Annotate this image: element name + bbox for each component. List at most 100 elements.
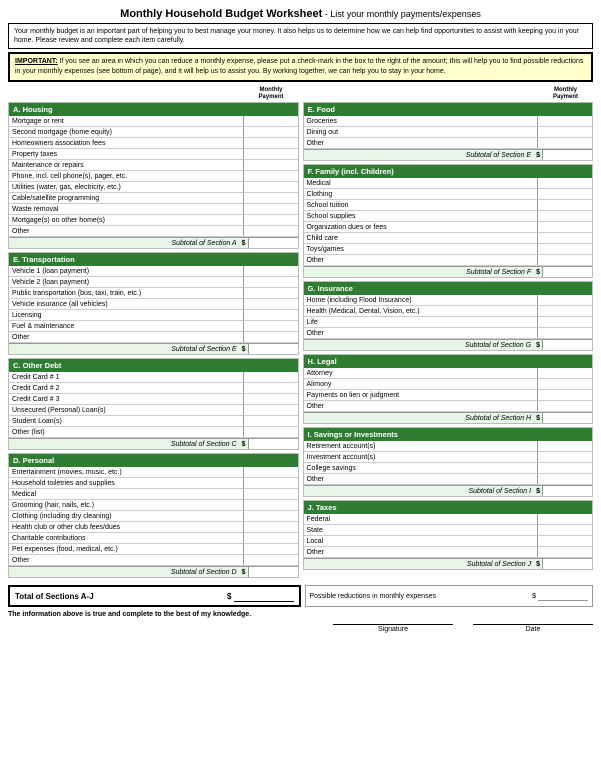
possible-reductions-box: Possible reductions in monthly expenses … — [305, 585, 594, 607]
section-j-header: J. Taxes — [304, 501, 593, 514]
section-a: MonthlyPayment A. Housing Mortgage or re… — [8, 87, 299, 249]
list-item: Local — [304, 536, 593, 547]
list-item: Household toiletries and supplies — [9, 478, 298, 489]
list-item: Other — [304, 255, 593, 266]
page-title: Monthly Household Budget Worksheet - Lis… — [8, 8, 593, 20]
list-item: Vehicle 1 (loan payment) — [9, 266, 298, 277]
section-h: H. Legal Attorney Alimony Payments on li… — [303, 354, 594, 424]
list-item: Grooming (hair, nails, etc.) — [9, 500, 298, 511]
list-item: Other — [304, 474, 593, 485]
list-item: School tuition — [304, 200, 593, 211]
totals-row: Total of Sections A-J $ Possible reducti… — [8, 585, 593, 607]
section-a-header: A. Housing — [9, 103, 298, 116]
list-item: Investment account(s) — [304, 452, 593, 463]
total-sections-box: Total of Sections A-J $ — [8, 585, 301, 607]
list-item: Medical — [304, 178, 593, 189]
list-item: Health (Medical, Dental, Vision, etc.) — [304, 306, 593, 317]
subtotal-c: Subtotal of Section C $ — [9, 438, 298, 449]
list-item: Mortgage or rent — [9, 116, 298, 127]
subtotal-f: Subtotal of Section F $ — [304, 266, 593, 277]
section-e-header: E. Transportation — [9, 253, 298, 266]
list-item: Medical — [9, 489, 298, 500]
list-item: Pet expenses (food, medical, etc.) — [9, 544, 298, 555]
list-item: Child care — [304, 233, 593, 244]
section-e-transport: E. Transportation Vehicle 1 (loan paymen… — [8, 252, 299, 355]
list-item: Homeowners association fees — [9, 138, 298, 149]
list-item: Dining out — [304, 127, 593, 138]
list-item: Alimony — [304, 379, 593, 390]
list-item: Vehicle insurance (all vehicles) — [9, 299, 298, 310]
subtotal-j: Subtotal of Section J $ — [304, 558, 593, 569]
list-item: Credit Card # 3 — [9, 394, 298, 405]
section-g-header: G. Insurance — [304, 282, 593, 295]
list-item: Waste removal — [9, 204, 298, 215]
list-item: Student Loan(s) — [9, 416, 298, 427]
list-item: Maintenance or repairs — [9, 160, 298, 171]
list-item: State — [304, 525, 593, 536]
list-item: Credit Card # 1 — [9, 372, 298, 383]
section-i: I. Savings or Investments Retirement acc… — [303, 427, 594, 497]
subtotal-e-transport: Subtotal of Section E $ — [9, 343, 298, 354]
list-item: Mortgage(s) on other home(s) — [9, 215, 298, 226]
total-input[interactable] — [234, 590, 294, 602]
section-f-header: F. Family (incl. Children) — [304, 165, 593, 178]
list-item: Attorney — [304, 368, 593, 379]
list-item: Credit Card # 2 — [9, 383, 298, 394]
list-item: Groceries — [304, 116, 593, 127]
list-item: Fuel & maintenance — [9, 321, 298, 332]
date-field[interactable]: Date — [473, 624, 593, 633]
list-item: Public transportation (bus, taxi, train,… — [9, 288, 298, 299]
list-item: Second mortgage (home equity) — [9, 127, 298, 138]
section-e-food-header: E. Food — [304, 103, 593, 116]
list-item: Other — [9, 555, 298, 566]
list-item: Other — [304, 401, 593, 412]
list-item: Life — [304, 317, 593, 328]
subtotal-d: Subtotal of Section D $ — [9, 566, 298, 577]
list-item: Home (including Flood Insurance) — [304, 295, 593, 306]
list-item: Retirement account(s) — [304, 441, 593, 452]
section-j: J. Taxes Federal State Local Other Subto… — [303, 500, 594, 570]
subtotal-g: Subtotal of Section G $ — [304, 339, 593, 350]
list-item: Organization dues or fees — [304, 222, 593, 233]
section-h-header: H. Legal — [304, 355, 593, 368]
list-item: Entertainment (movies, music, etc.) — [9, 467, 298, 478]
section-d: D. Personal Entertainment (movies, music… — [8, 453, 299, 578]
list-item: Other — [304, 547, 593, 558]
list-item: Clothing (including dry cleaning) — [9, 511, 298, 522]
list-item: Licensing — [9, 310, 298, 321]
list-item: Other — [9, 226, 298, 237]
important-box: IMPORTANT: If you see an area in which y… — [8, 52, 593, 82]
signature-field[interactable]: Signature — [333, 624, 453, 633]
subtotal-a: Subtotal of Section A $ — [9, 237, 298, 248]
list-item: Other — [304, 138, 593, 149]
section-i-header: I. Savings or Investments — [304, 428, 593, 441]
list-item: Other — [9, 332, 298, 343]
section-e-food: MonthlyPayment E. Food Groceries Dining … — [303, 87, 594, 161]
list-item: Cable/satellite programming — [9, 193, 298, 204]
section-d-header: D. Personal — [9, 454, 298, 467]
section-g: G. Insurance Home (including Flood Insur… — [303, 281, 594, 351]
possible-reductions-input[interactable] — [538, 591, 588, 601]
list-item: Unsecured (Personal) Loan(s) — [9, 405, 298, 416]
list-item: Property taxes — [9, 149, 298, 160]
section-c: C. Other Debt Credit Card # 1 Credit Car… — [8, 358, 299, 450]
list-item: Other (list) — [9, 427, 298, 438]
list-item: College savings — [304, 463, 593, 474]
list-item: Utilities (water, gas, electricity, etc.… — [9, 182, 298, 193]
section-f: F. Family (incl. Children) Medical Cloth… — [303, 164, 594, 278]
subtotal-e-food: Subtotal of Section E $ — [304, 149, 593, 160]
list-item: Other — [304, 328, 593, 339]
list-item: Federal — [304, 514, 593, 525]
list-item: Vehicle 2 (loan payment) — [9, 277, 298, 288]
truth-statement: The information above is true and comple… — [8, 611, 593, 618]
subtotal-h: Subtotal of Section H $ — [304, 412, 593, 423]
subtotal-i: Subtotal of Section I $ — [304, 485, 593, 496]
list-item: School supplies — [304, 211, 593, 222]
signature-area: Signature Date — [8, 624, 593, 633]
list-item: Phone, incl. cell phone(s), pager, etc. — [9, 171, 298, 182]
list-item: Toys/games — [304, 244, 593, 255]
list-item: Charitable contributions — [9, 533, 298, 544]
list-item: Clothing — [304, 189, 593, 200]
intro-text: Your monthly budget is an important part… — [8, 23, 593, 49]
section-c-header: C. Other Debt — [9, 359, 298, 372]
